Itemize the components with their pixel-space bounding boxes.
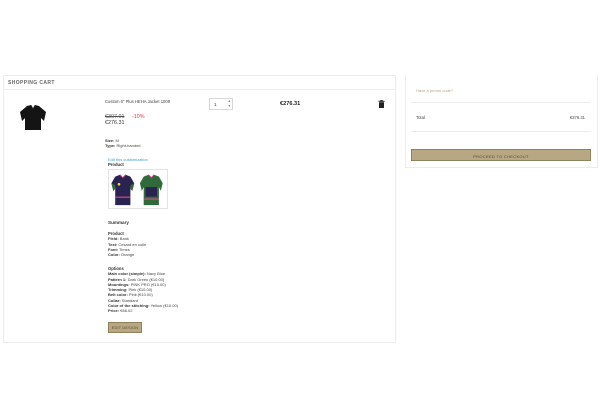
divider	[411, 102, 591, 103]
trash-icon[interactable]	[378, 100, 385, 108]
promo-code-link[interactable]: Have a promo code?	[416, 88, 453, 93]
checkout-button[interactable]: PROCEED TO CHECKOUT	[411, 149, 591, 161]
current-price: €276.31	[105, 120, 125, 126]
decrement-icon[interactable]: ▼	[228, 104, 231, 108]
order-summary-card: Have a promo code? Total €276.31 PROCEED…	[405, 75, 598, 168]
type-label: Type:	[105, 143, 116, 148]
quantity-input[interactable]: 1 ▲ ▼	[209, 98, 233, 110]
shopping-cart-card: SHOPPING CART Custom 6" Plus HEHA Jacket…	[3, 75, 396, 343]
total-value: €276.31	[569, 115, 585, 120]
divider	[411, 131, 591, 132]
options-summary-block: Options Main color (simple): Navy Blue P…	[108, 266, 178, 314]
summary-title: Summary	[108, 220, 129, 225]
product-thumbnail[interactable]	[17, 103, 49, 131]
product-summary-block: Product Field: Bank Text: Cesard en coll…	[108, 231, 146, 257]
total-label: Total	[416, 115, 425, 120]
jacket-front	[111, 174, 135, 206]
jacket-preview-image	[108, 169, 168, 209]
summary-row: Color: Orange	[108, 252, 135, 258]
increment-icon[interactable]: ▲	[228, 99, 231, 103]
item-details: Size: M Type: Right-handed	[105, 138, 141, 148]
line-total: €276.31	[280, 101, 301, 107]
edit-design-button[interactable]: EDIT DESIGN	[108, 322, 142, 333]
cart-header: SHOPPING CART	[4, 76, 395, 90]
type-value: Right-handed	[116, 143, 141, 148]
option-row: Price: €66.02	[108, 308, 133, 314]
product-preview-label: Product	[108, 162, 124, 167]
discount-badge: -10%	[132, 114, 145, 120]
product-name[interactable]: Custom 6" Plus HEHA Jacket 1009	[105, 99, 170, 104]
quantity-value: 1	[214, 102, 217, 107]
jacket-back	[139, 174, 163, 206]
